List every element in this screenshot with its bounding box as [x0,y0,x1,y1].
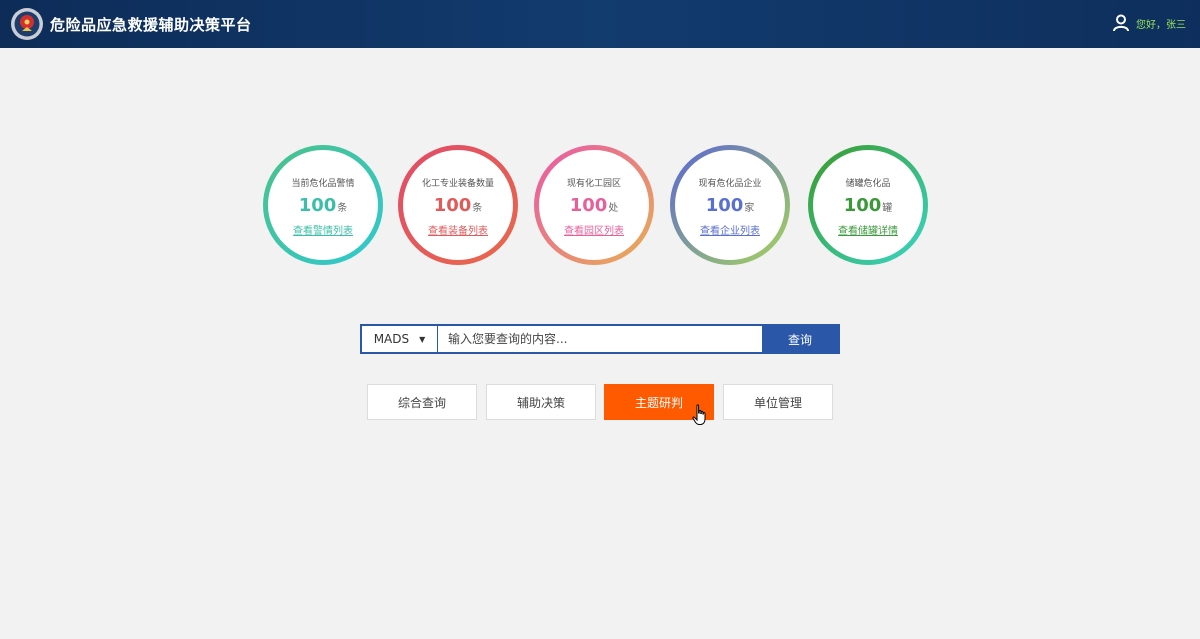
stat-unit: 罐 [882,202,893,214]
stat-label: 现有化工园区 [566,178,621,189]
stat-alerts: 当前危化品警情 100条 查看警情列表 [263,145,383,265]
stat-label: 储罐危化品 [845,178,891,189]
search-bar: MADS ▼ 查询 [360,324,840,354]
stat-label: 现有危化品企业 [698,178,762,189]
user-menu[interactable]: 您好，张三 [1112,14,1186,32]
stat-value: 100 [298,194,337,216]
stat-label: 当前危化品警情 [291,178,355,189]
stat-value: 100 [433,194,472,216]
view-alerts-link[interactable]: 查看警情列表 [293,222,353,237]
caret-down-icon: ▼ [419,334,426,344]
stat-enterprises: 现有危化品企业 100家 查看企业列表 [670,145,790,265]
stat-equipment: 化工专业装备数量 100条 查看装备列表 [398,145,518,265]
view-parks-link[interactable]: 查看园区列表 [564,222,624,237]
stat-label: 化工专业装备数量 [421,178,494,189]
app-title: 危险品应急救援辅助决策平台 [50,16,252,34]
view-equipment-link[interactable]: 查看装备列表 [428,222,488,237]
stat-parks: 现有化工园区 100处 查看园区列表 [534,145,654,265]
search-type-value: MADS [373,332,410,346]
top-header: 危险品应急救援辅助决策平台 您好，张三 [0,0,1200,48]
view-tanks-link[interactable]: 查看储罐详情 [838,222,898,237]
nav-decision-support-button[interactable]: 辅助决策 [486,384,596,420]
nav-unit-management-button[interactable]: 单位管理 [723,384,833,420]
user-greeting: 您好，张三 [1136,19,1186,31]
view-enterprises-link[interactable]: 查看企业列表 [700,222,760,237]
stat-value: 100 [569,194,608,216]
search-button[interactable]: 查询 [762,326,838,352]
stat-unit: 条 [337,202,348,214]
stat-unit: 家 [744,202,755,214]
hand-cursor-icon [692,404,706,425]
stat-unit: 处 [608,202,619,214]
search-type-select[interactable]: MADS ▼ [362,326,438,352]
user-icon [1113,14,1129,32]
nav-comprehensive-query-button[interactable]: 综合查询 [367,384,477,420]
stat-tanks: 储罐危化品 100罐 查看储罐详情 [808,145,928,265]
stat-value: 100 [705,194,744,216]
stat-unit: 条 [472,202,483,214]
search-input[interactable] [438,326,762,352]
stat-value: 100 [843,194,882,216]
emblem-icon [11,8,43,40]
